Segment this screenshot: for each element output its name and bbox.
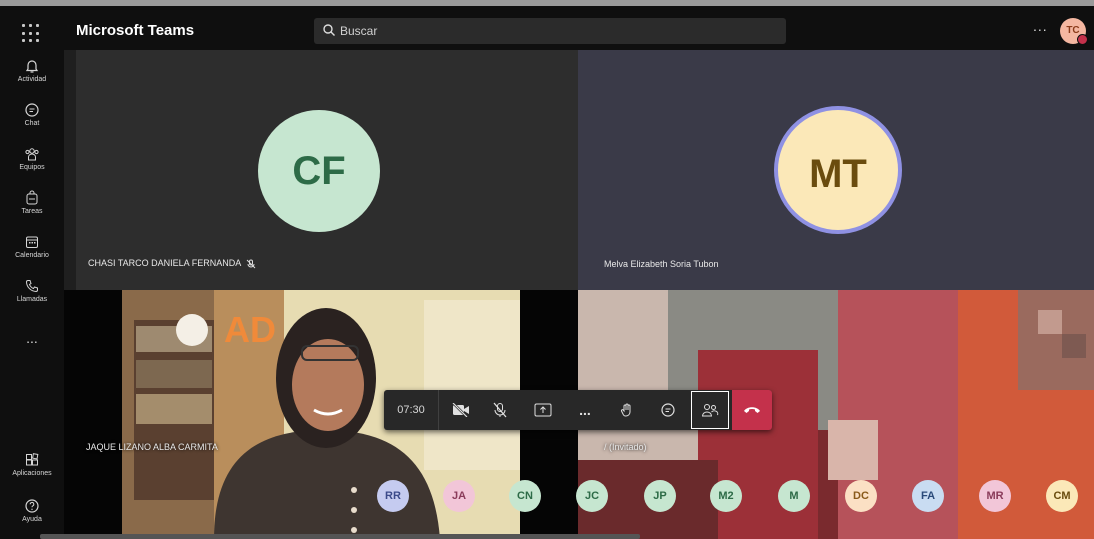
participant-avatar-rr[interactable]: RR: [377, 480, 409, 512]
app-launcher-icon[interactable]: [22, 24, 42, 44]
top-bar: Microsoft Teams Buscar ... TC: [0, 6, 1094, 50]
participant-avatar: MT: [774, 106, 902, 234]
participant-avatar-dc[interactable]: DC: [845, 480, 877, 512]
sidebar-item-tasks[interactable]: Tareas: [0, 190, 64, 215]
camera-off-icon: [452, 403, 469, 417]
participant-name-label: CHASI TARCO DANIELA FERNANDA: [88, 258, 256, 269]
show-participants-button[interactable]: [690, 390, 730, 430]
mic-off-icon: [246, 259, 256, 268]
participant-strip: RR JA CN JC JP M2 M DC FA MR CM: [364, 480, 1094, 516]
search-placeholder: Buscar: [340, 24, 378, 38]
horizontal-scrollbar[interactable]: [40, 534, 640, 539]
sidebar-more-apps[interactable]: ...: [0, 330, 64, 346]
participant-avatar: CF: [258, 110, 380, 232]
participants-icon: [701, 404, 719, 417]
participant-name: / (Invitado): [604, 442, 647, 452]
user-initials: TC: [1066, 25, 1080, 36]
more-icon: ...: [579, 402, 591, 418]
camera-toggle-button[interactable]: [444, 390, 478, 430]
hang-up-button[interactable]: [732, 390, 772, 430]
sidebar-item-activity[interactable]: Actividad: [0, 58, 64, 83]
raise-hand-icon: [620, 403, 631, 417]
sidebar-item-calendar[interactable]: Calendario: [0, 234, 64, 259]
participant-avatar-fa[interactable]: FA: [912, 480, 944, 512]
mic-off-icon: [493, 402, 507, 418]
search-input[interactable]: Buscar: [314, 18, 786, 44]
bell-icon: [25, 60, 39, 73]
participant-tile[interactable]: CF CHASI TARCO DANIELA FERNANDA: [76, 50, 578, 290]
status-dot: [1077, 34, 1088, 45]
sidebar-item-label: Equipos: [19, 164, 45, 171]
call-timer: 07:30: [384, 390, 439, 430]
user-avatar[interactable]: TC: [1060, 18, 1088, 45]
participant-name: JAQUE LIZANO ALBA CARMITA: [86, 442, 218, 452]
teams-icon: [25, 148, 39, 161]
calendar-icon: [26, 236, 38, 248]
share-icon: [534, 403, 552, 417]
participant-avatar-ja[interactable]: JA: [443, 480, 475, 512]
share-screen-button[interactable]: [526, 390, 560, 430]
participant-avatar-m2[interactable]: M2: [710, 480, 742, 512]
more-actions-button[interactable]: ...: [568, 390, 602, 430]
sidebar-item-teams[interactable]: Equipos: [0, 146, 64, 171]
raise-hand-button[interactable]: [610, 390, 644, 430]
svg-text:AD: AD: [224, 309, 276, 350]
participant-avatar-jc[interactable]: JC: [576, 480, 608, 512]
participant-name: CHASI TARCO DANIELA FERNANDA: [88, 258, 241, 268]
participant-avatar-m[interactable]: M: [778, 480, 810, 512]
sidebar-item-label: Chat: [24, 120, 40, 127]
more-options-icon[interactable]: ...: [1033, 18, 1048, 34]
hang-up-icon: [744, 407, 760, 413]
participant-name: Melva Elizabeth Soria Tubon: [604, 259, 719, 269]
sidebar-item-label: Tareas: [21, 208, 43, 215]
app-title: Microsoft Teams: [76, 22, 195, 39]
sidebar-item-label: Calendario: [15, 252, 49, 259]
participant-avatar-mr[interactable]: MR: [979, 480, 1011, 512]
help-icon: [25, 499, 39, 513]
app-bar: Actividad Chat Equipos Tareas Calendario…: [0, 50, 64, 539]
mic-toggle-button[interactable]: [483, 390, 517, 430]
participant-avatar-cn[interactable]: CN: [509, 480, 541, 512]
sidebar-item-label: Llamadas: [16, 296, 48, 303]
sidebar-item-label: Aplicaciones: [12, 470, 52, 477]
sidebar-item-calls[interactable]: Llamadas: [0, 278, 64, 303]
phone-icon: [25, 280, 38, 293]
call-controls: 07:30 ...: [384, 390, 772, 430]
participant-avatar-jp[interactable]: JP: [644, 480, 676, 512]
sidebar-item-label: Actividad: [17, 76, 47, 83]
sidebar-item-apps[interactable]: Aplicaciones: [0, 452, 64, 477]
chat-icon: [25, 103, 39, 117]
tasks-icon: [26, 190, 38, 205]
sidebar-item-help[interactable]: Ayuda: [0, 498, 64, 523]
sidebar-item-label: Ayuda: [22, 516, 42, 523]
sidebar-item-chat[interactable]: Chat: [0, 102, 64, 127]
search-icon: [323, 24, 335, 36]
participant-tile[interactable]: MT Melva Elizabeth Soria Tubon: [578, 50, 1094, 290]
chat-icon: [661, 403, 675, 417]
apps-icon: [26, 453, 39, 466]
participant-avatar-cm[interactable]: CM: [1046, 480, 1078, 512]
show-chat-button[interactable]: [651, 390, 685, 430]
